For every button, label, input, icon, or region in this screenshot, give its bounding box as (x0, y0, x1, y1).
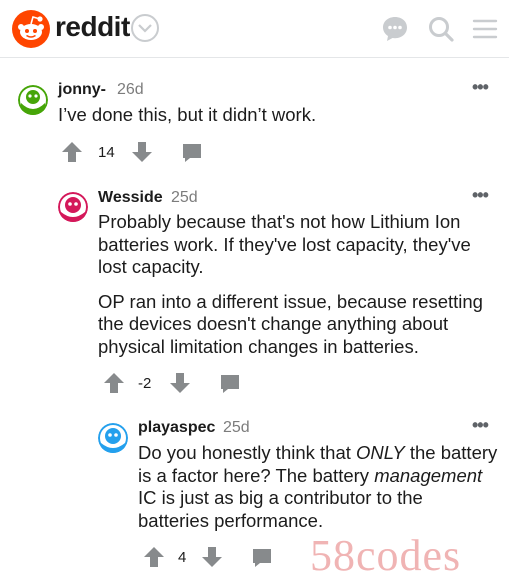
top-bar: reddit (0, 0, 509, 58)
emphasis-text: ONLY (356, 442, 405, 463)
vote-count: 4 (178, 549, 187, 566)
comment-username[interactable]: playaspec (138, 419, 215, 437)
menu-icon[interactable] (470, 14, 500, 44)
comment-paragraph: I’ve done this, but it didn’t work. (58, 104, 317, 125)
reply-icon[interactable] (250, 546, 274, 570)
comment-paragraph: Probably because that's not how Lithium … (98, 211, 471, 277)
downvote-icon[interactable] (200, 545, 224, 569)
avatar[interactable] (58, 192, 88, 222)
comment-age: 26d (117, 81, 144, 98)
more-options-icon[interactable]: ••• (472, 415, 489, 436)
avatar[interactable] (98, 423, 128, 453)
comment-paragraph: OP ran into a different issue, because r… (98, 290, 483, 357)
reply-icon[interactable] (218, 372, 242, 396)
comment-age: 25d (223, 419, 250, 436)
avatar[interactable] (18, 85, 48, 115)
reply-icon[interactable] (180, 141, 204, 165)
downvote-icon[interactable] (168, 371, 192, 395)
upvote-icon[interactable] (60, 140, 84, 164)
reddit-logo-icon[interactable] (12, 10, 50, 48)
more-options-icon[interactable]: ••• (472, 185, 489, 206)
reddit-wordmark[interactable]: reddit (55, 11, 130, 43)
vote-count: 14 (98, 144, 115, 161)
upvote-icon[interactable] (142, 545, 166, 569)
comment-username[interactable]: Wesside (98, 189, 163, 207)
more-options-icon[interactable]: ••• (472, 77, 489, 98)
downvote-icon[interactable] (130, 140, 154, 164)
search-icon[interactable] (426, 14, 456, 44)
emphasis-text: management (374, 464, 483, 486)
comment-body: Do you honestly think that ONLY the batt… (138, 442, 498, 532)
upvote-icon[interactable] (102, 371, 126, 395)
comment-username[interactable]: jonny- (58, 81, 106, 99)
chevron-down-icon[interactable] (131, 14, 159, 42)
comment-body: I’ve done this, but it didn’t work. (58, 104, 498, 127)
vote-count: -2 (138, 375, 152, 392)
chat-icon[interactable] (380, 14, 410, 44)
comment-body: Probably because that's not how Lithium … (98, 211, 498, 358)
comment-age: 25d (171, 189, 198, 206)
watermark: 58codes (310, 531, 462, 580)
comment-paragraph: Do you honestly think that ONLY the batt… (138, 442, 498, 531)
